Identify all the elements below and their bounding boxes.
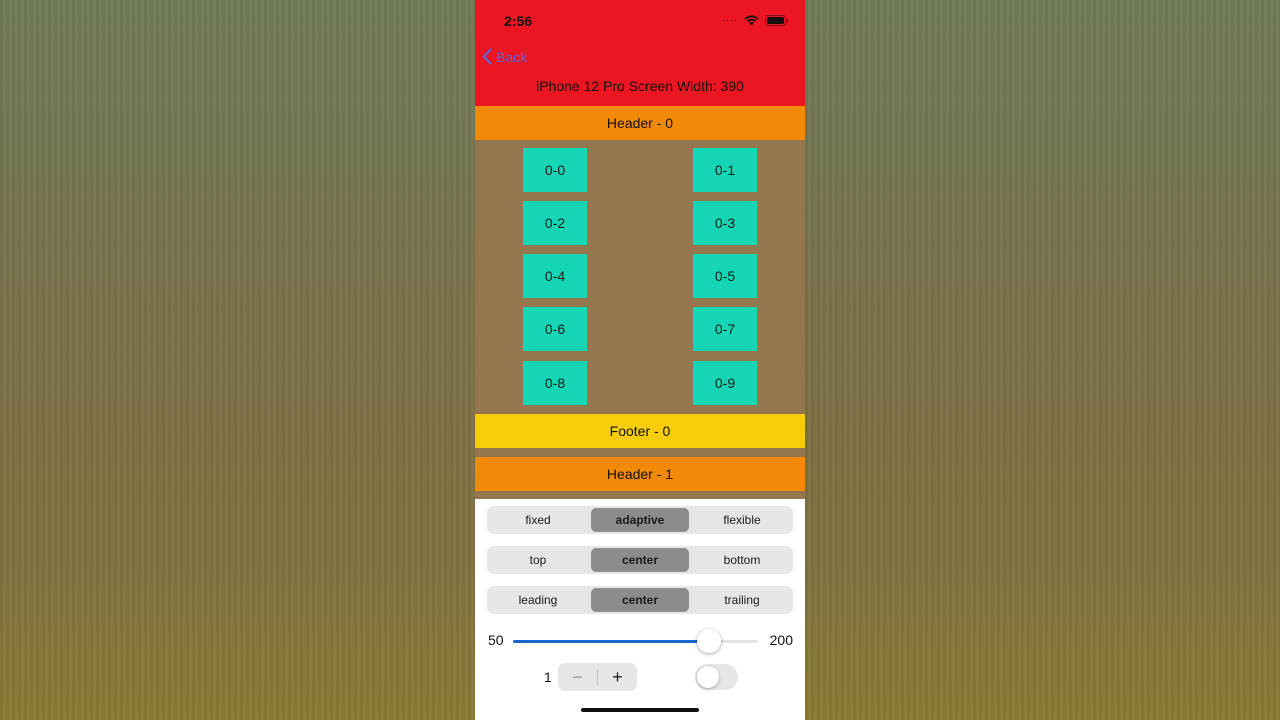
background-right — [805, 0, 1280, 720]
navigation-area: 2:56 ···· Back iPhone 12 Pro Screen Widt… — [475, 0, 805, 106]
slider-max-label: 200 — [769, 632, 793, 648]
grid-cell: 0-4 — [523, 254, 587, 298]
grid-cell: 0-9 — [693, 361, 757, 405]
slider-track[interactable] — [513, 629, 758, 653]
background-left — [0, 0, 475, 720]
grid-item-type-picker[interactable]: fixed adaptive flexible — [487, 506, 793, 534]
grid-cell: 0-8 — [523, 361, 587, 405]
grid-cell: 0-1 — [693, 148, 757, 192]
grid-cell: 0-2 — [523, 201, 587, 245]
grid-cell: 0-0 — [523, 148, 587, 192]
column-stepper: − + — [558, 663, 637, 691]
size-slider-row: 50 200 — [487, 628, 793, 654]
segment-option[interactable]: center — [591, 548, 689, 572]
toggle-knob — [697, 666, 719, 688]
section-header: Header - 1 — [475, 457, 805, 491]
increment-button[interactable]: + — [598, 663, 637, 691]
wifi-icon — [744, 14, 759, 25]
horizontal-alignment-picker[interactable]: leading center trailing — [487, 586, 793, 614]
slider-thumb[interactable] — [697, 629, 721, 653]
vertical-alignment-picker[interactable]: top center bottom — [487, 546, 793, 574]
segment-option[interactable]: fixed — [489, 508, 587, 532]
slider-fill — [513, 640, 709, 643]
segment-option[interactable]: center — [591, 588, 689, 612]
battery-icon — [765, 14, 789, 26]
chevron-left-icon — [482, 48, 492, 65]
stepper-value: 1 — [544, 669, 552, 685]
back-label: Back — [496, 48, 528, 65]
grid-cell: 0-6 — [523, 307, 587, 351]
grid-cell: 0-5 — [693, 254, 757, 298]
home-indicator — [581, 708, 699, 712]
back-button[interactable]: Back — [482, 48, 527, 65]
segment-option[interactable]: adaptive — [591, 508, 689, 532]
segment-option[interactable]: trailing — [693, 588, 791, 612]
segment-option[interactable]: top — [489, 548, 587, 572]
section-header: Header - 0 — [475, 106, 805, 140]
decrement-button[interactable]: − — [558, 663, 597, 691]
pinned-views-toggle[interactable] — [695, 664, 738, 690]
status-icons: ···· — [722, 14, 789, 26]
controls-panel: fixed adaptive flexible top center botto… — [475, 499, 805, 720]
grid-cell: 0-3 — [693, 201, 757, 245]
slider-min-label: 50 — [488, 632, 504, 648]
nav-title: iPhone 12 Pro Screen Width: 390 — [536, 78, 744, 94]
phone-screen: 2:56 ···· Back iPhone 12 Pro Screen Widt… — [475, 0, 805, 720]
cellular-signal-icon: ···· — [722, 15, 738, 25]
section-footer: Footer - 0 — [475, 414, 805, 448]
segment-option[interactable]: leading — [489, 588, 587, 612]
segment-option[interactable]: flexible — [693, 508, 791, 532]
segment-option[interactable]: bottom — [693, 548, 791, 572]
grid-cell: 0-7 — [693, 307, 757, 351]
status-time: 2:56 — [504, 13, 533, 29]
